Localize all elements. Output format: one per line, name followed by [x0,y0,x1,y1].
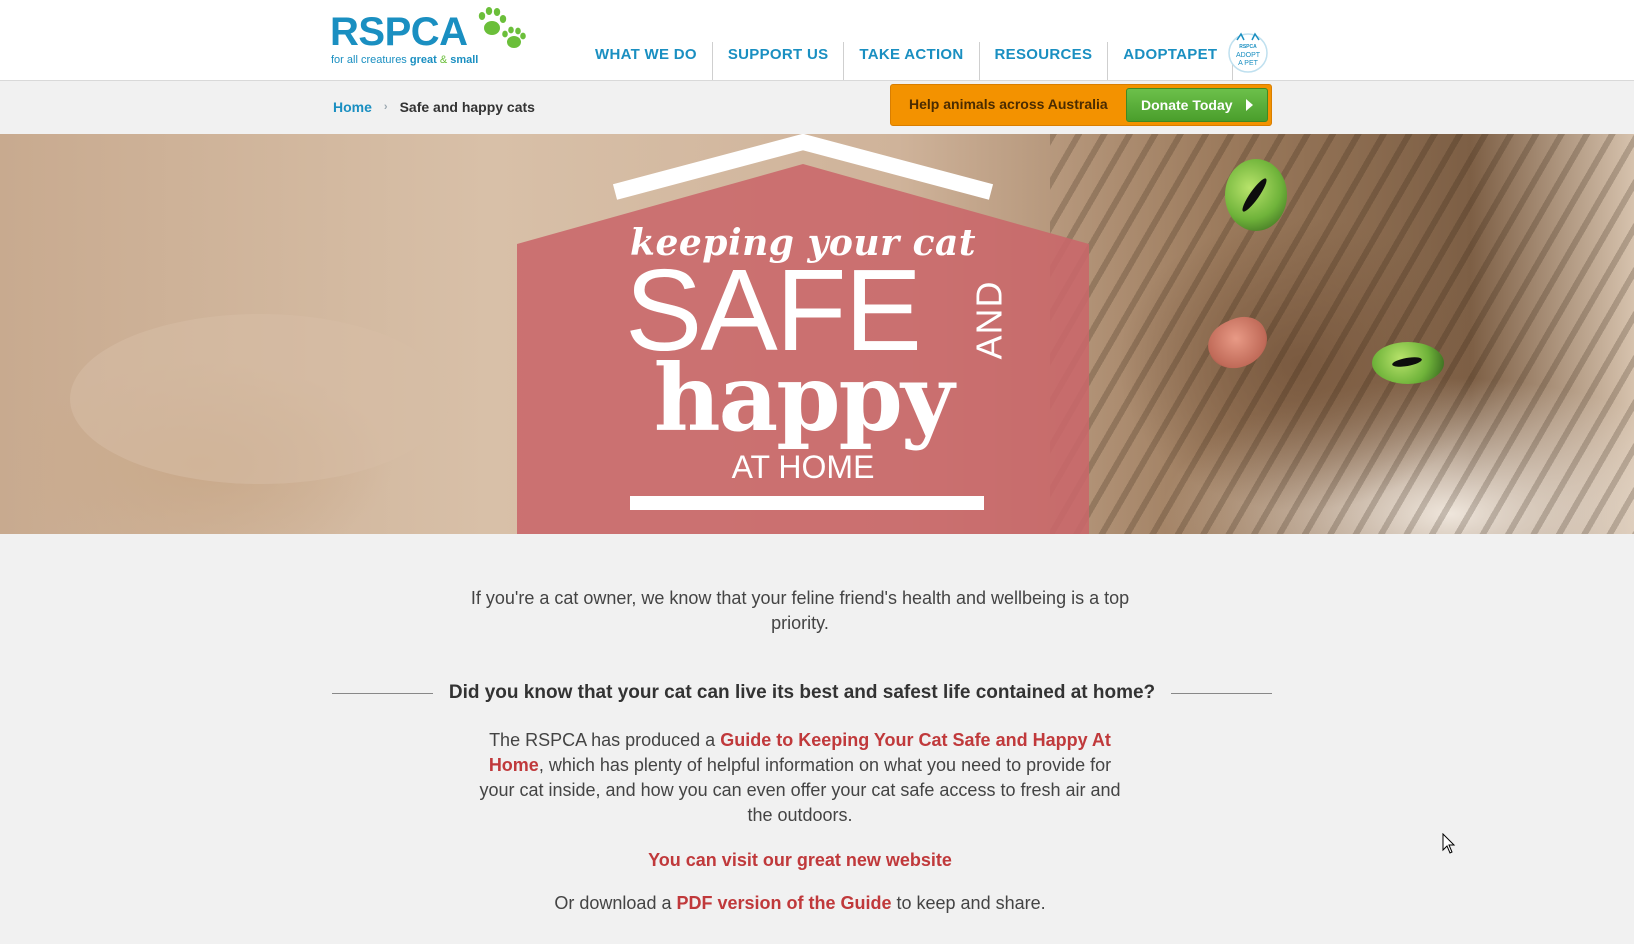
intro-paragraph: If you're a cat owner, we know that your… [470,588,1130,633]
breadcrumb: Home › Safe and happy cats [333,99,535,115]
main-nav: WHAT WE DO SUPPORT US TAKE ACTION RESOUR… [580,42,1234,80]
nav-resources[interactable]: RESOURCES [980,42,1109,80]
breadcrumb-bar: Home › Safe and happy cats Help animals … [0,81,1634,134]
breadcrumb-separator-icon: › [383,101,388,113]
nav-adoptapet[interactable]: ADOPTAPET [1108,42,1234,80]
paw-prints-icon [478,7,526,48]
divider-left [332,692,433,694]
mouse-cursor-icon [1442,833,1456,854]
svg-text:ADOPT: ADOPT [1236,52,1261,59]
hero-line-at-home: AT HOME [731,449,875,485]
arrow-right-icon [1246,99,1253,111]
question-heading: Did you know that your cat can live its … [332,678,1272,708]
svg-text:A PET: A PET [1238,60,1259,67]
donate-banner: Help animals across Australia Donate Tod… [890,84,1272,126]
site-header: RSPCA for all creatures great & small WH… [0,0,1634,81]
visit-website-link[interactable]: You can visit our great new website [470,850,1130,871]
breadcrumb-current: Safe and happy cats [399,99,535,115]
cat-eye-right [1372,342,1444,384]
hero-line-happy: happy [653,344,955,452]
download-paragraph: Or download a PDF version of the Guide t… [554,893,1046,913]
guide-paragraph: The RSPCA has produced a Guide to Keepin… [479,730,1121,825]
hero-banner: keeping your cat SAFE AND happy AT HOME [0,134,1634,534]
question-text: Did you know that your cat can live its … [448,682,1156,703]
breadcrumb-home-link[interactable]: Home [333,99,372,115]
main-content: If you're a cat owner, we know that your… [0,534,1634,944]
logo-wordmark: RSPCA [330,10,468,54]
divider-right [1171,692,1272,694]
cat-paw-blur [70,314,450,484]
donate-today-button[interactable]: Donate Today [1126,88,1268,122]
cat-fur-texture [1050,134,1634,534]
nav-what-we-do[interactable]: WHAT WE DO [580,42,713,80]
nav-support-us[interactable]: SUPPORT US [713,42,845,80]
rspca-logo[interactable]: RSPCA for all creatures great & small [330,6,530,68]
nav-take-action[interactable]: TAKE ACTION [844,42,980,80]
hero-line-and: AND [968,280,1010,360]
cat-eye-left [1225,159,1287,231]
svg-text:RSPCA: RSPCA [1239,44,1257,50]
logo-tagline: for all creatures great & small [331,54,479,66]
adopt-a-pet-icon[interactable]: RSPCA ADOPT A PET [1227,30,1269,74]
donate-prompt: Help animals across Australia [909,96,1108,112]
pdf-guide-link[interactable]: PDF version of the Guide [676,893,891,913]
donate-button-label: Donate Today [1141,97,1233,113]
